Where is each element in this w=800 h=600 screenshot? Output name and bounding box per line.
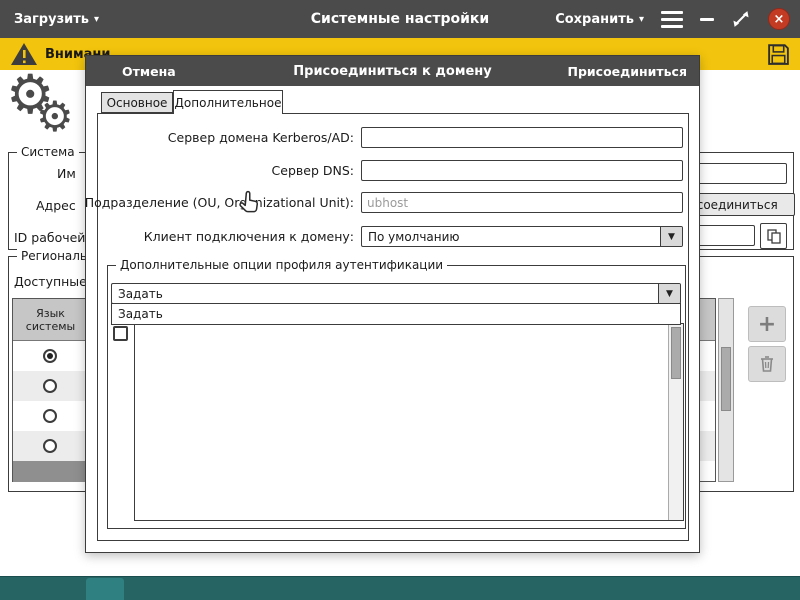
- radio-icon[interactable]: [43, 409, 57, 423]
- auth-options-legend: Дополнительные опции профиля аутентифика…: [116, 258, 448, 272]
- table-scrollbar[interactable]: [718, 298, 734, 482]
- dns-server-input[interactable]: [361, 160, 683, 181]
- save-menu-button[interactable]: Сохранить ▾: [555, 12, 644, 27]
- taskbar-tab[interactable]: [86, 578, 124, 600]
- caret-down-icon: ▾: [94, 13, 100, 25]
- caret-down-icon: ▾: [638, 13, 644, 25]
- warning-icon: [11, 43, 37, 65]
- tab-basic[interactable]: Основное: [101, 92, 173, 113]
- computer-name-label: Им: [57, 166, 76, 181]
- close-button[interactable]: ×: [768, 8, 790, 30]
- load-menu-label: Загрузить: [14, 11, 89, 27]
- cancel-button[interactable]: Отмена: [122, 64, 176, 79]
- copy-button[interactable]: [760, 223, 787, 249]
- add-language-button[interactable]: +: [748, 306, 786, 342]
- minimize-button[interactable]: [700, 17, 714, 21]
- hand-cursor-icon: [239, 190, 259, 213]
- tab-additional[interactable]: Дополнительное: [173, 90, 283, 114]
- radio-icon[interactable]: [43, 439, 57, 453]
- auth-dropdown-item[interactable]: Задать: [112, 304, 680, 324]
- save-icon[interactable]: [766, 42, 791, 67]
- top-menubar: Загрузить ▾ Системные настройки Сохранит…: [0, 0, 800, 38]
- radio-icon[interactable]: [43, 379, 57, 393]
- join-domain-dialog: Отмена Присоединиться к домену Присоедин…: [85, 55, 700, 553]
- chevron-down-icon[interactable]: ▼: [660, 227, 682, 246]
- ou-input[interactable]: [361, 192, 683, 213]
- auth-options-list[interactable]: [134, 323, 684, 521]
- delete-language-button[interactable]: [748, 346, 786, 382]
- auth-profile-select[interactable]: Задать ▼: [111, 283, 681, 304]
- ou-label: Подразделение (OU, Organizational Unit):: [84, 195, 354, 210]
- auth-option-checkbox[interactable]: [113, 326, 128, 341]
- domain-client-value: По умолчанию: [368, 229, 460, 244]
- list-scrollbar-thumb[interactable]: [671, 327, 681, 379]
- table-footer-strip: [13, 461, 89, 482]
- menu-icon[interactable]: [661, 10, 683, 28]
- dns-server-label: Сервер DNS:: [271, 163, 354, 178]
- copy-icon: [766, 229, 781, 244]
- chevron-down-icon[interactable]: ▼: [658, 284, 680, 303]
- join-button[interactable]: Присоединиться: [568, 64, 687, 79]
- domain-client-select[interactable]: По умолчанию ▼: [361, 226, 683, 247]
- load-menu-button[interactable]: Загрузить ▾: [14, 12, 99, 27]
- dialog-header: Отмена Присоединиться к домену Присоедин…: [86, 56, 699, 86]
- language-column-header: Язык системы: [13, 299, 89, 341]
- auth-dropdown-list: Задать: [111, 303, 681, 325]
- system-group-legend: Система: [17, 145, 79, 159]
- radio-selected-icon[interactable]: [43, 349, 57, 363]
- table-scrollbar-thumb[interactable]: [721, 347, 731, 411]
- domain-client-label: Клиент подключения к домену:: [143, 229, 354, 244]
- kerberos-server-label: Сервер домена Kerberos/AD:: [167, 130, 354, 145]
- trash-icon: [761, 356, 773, 372]
- kerberos-server-input[interactable]: [361, 127, 683, 148]
- fullscreen-icon[interactable]: [731, 9, 751, 29]
- list-scrollbar[interactable]: [668, 324, 683, 520]
- gear-icon: ⚙: [36, 92, 74, 141]
- address-label: Адрес: [36, 198, 76, 213]
- auth-profile-value: Задать: [118, 286, 163, 301]
- save-menu-label: Сохранить: [555, 11, 634, 27]
- workgroup-id-label: ID рабочей: [14, 230, 86, 245]
